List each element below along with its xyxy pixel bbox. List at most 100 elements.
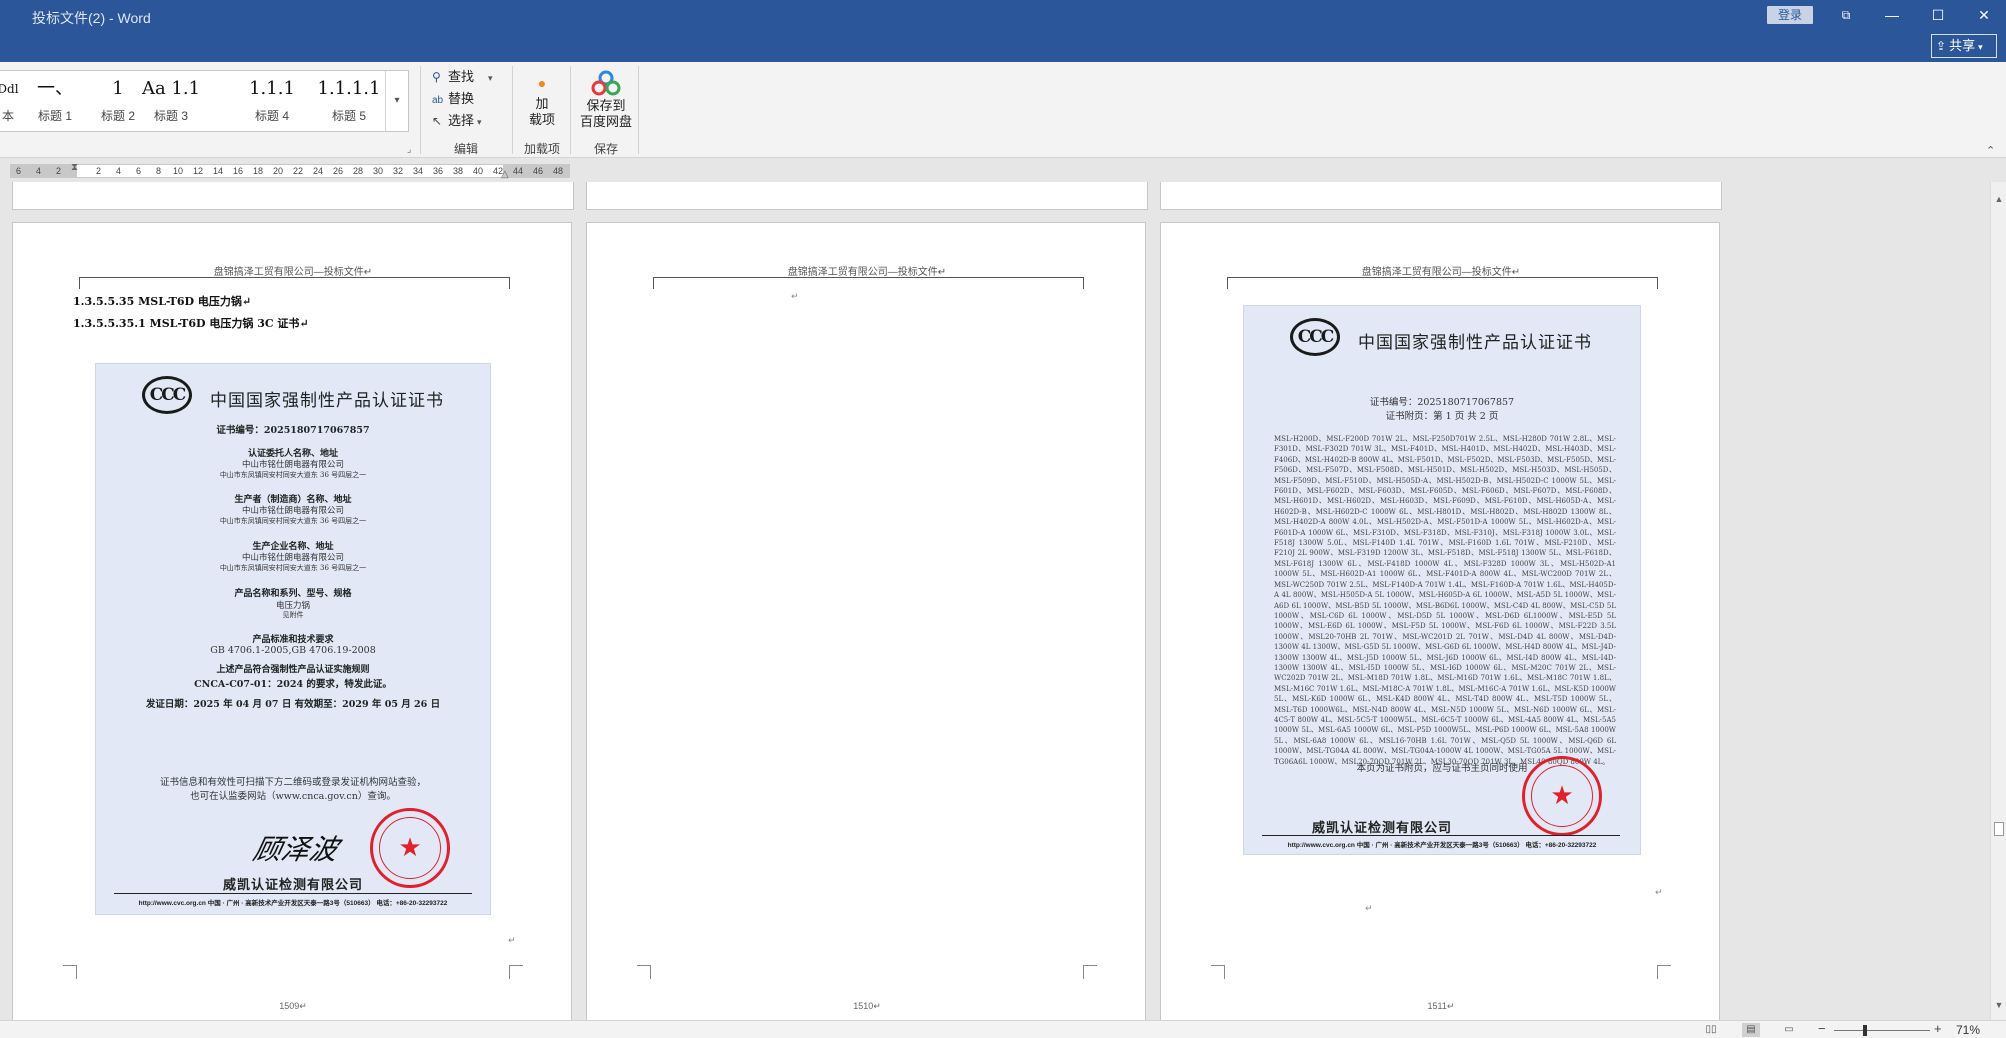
scroll-down-icon[interactable]: ▼ <box>1991 1000 2006 1010</box>
find-button[interactable]: ⚲ 查找 ▾ <box>432 66 493 88</box>
page-header: 盘锦搞泽工贸有限公司—投标文件↵ <box>1361 267 1521 278</box>
share-button[interactable]: ⇪ 共享 ▾ <box>1931 34 1997 58</box>
minimize-button[interactable]: — <box>1869 2 1915 28</box>
page-1509[interactable]: 盘锦搞泽工贸有限公司—投标文件↵ 1.3.5.5.35 MSL-T6D 电压力锅… <box>12 222 572 1020</box>
ruler-tick: 26 <box>333 166 344 176</box>
ruler-strip[interactable]: 6 4 2 ⧗ 2 4 6 8 10 12 14 16 18 20 22 24 … <box>10 162 570 180</box>
issuer-name: 威凯认证检测有限公司 <box>222 878 363 893</box>
heading-1-3-5-5-35: 1.3.5.5.35 MSL-T6D 电压力锅↵ <box>73 295 252 308</box>
ccc-logo: CCC <box>1290 318 1340 356</box>
maximize-button[interactable]: ☐ <box>1915 2 1961 28</box>
page-1510[interactable]: 盘锦搞泽工贸有限公司—投标文件↵ ↵ 1510↵ <box>586 222 1146 1020</box>
print-layout-icon[interactable]: ▤ <box>1742 1023 1760 1037</box>
ruler-tick: 18 <box>253 166 264 176</box>
style-normal[interactable]: Ddl 本 <box>0 71 20 131</box>
ccc-certificate-image: CCC 中国国家强制性产品认证证书 证书编号：2025180717067857 … <box>95 363 491 915</box>
style-preview: Ddl <box>0 82 19 96</box>
ruler-tick: 44 <box>513 166 524 176</box>
window-title: 投标文件(2) - Word <box>32 10 151 26</box>
header-rule <box>79 277 509 278</box>
page-1511[interactable]: 盘锦搞泽工贸有限公司—投标文件↵ CCC 中国国家强制性产品认证证书 证书编号：… <box>1160 222 1720 1020</box>
ruler-tick: 48 <box>553 166 564 176</box>
scroll-up-icon[interactable]: ▲ <box>1991 194 2006 204</box>
share-icon: ⇪ <box>1936 39 1947 53</box>
ruler-tick: 14 <box>213 166 224 176</box>
select-button[interactable]: ↖ 选择 ▾ <box>432 110 482 132</box>
header-rule <box>1227 277 1657 278</box>
zoom-in-button[interactable]: + <box>1934 1021 1942 1036</box>
margin-corner <box>63 965 77 979</box>
zoom-slider-handle[interactable] <box>1863 1025 1867 1036</box>
document-canvas[interactable]: 盘锦搞泽工贸有限公司—投标文件↵ 1.3.5.5.35 MSL-T6D 电压力锅… <box>0 182 1990 1020</box>
close-button[interactable]: ✕ <box>1961 2 2006 28</box>
editing-group-label: 编辑 <box>453 142 478 156</box>
previous-page-bottom <box>12 182 574 210</box>
applicant-address: 中山市东凤镇同安村同安大道东 36 号四层之一 <box>219 471 367 479</box>
margin-corner <box>1211 965 1225 979</box>
addin-group-label: 加载项 <box>523 142 560 156</box>
horizontal-ruler[interactable]: 6 4 2 ⧗ 2 4 6 8 10 12 14 16 18 20 22 24 … <box>0 160 2006 182</box>
attachment-page: 证书附页：第 1 页 共 2 页 <box>1385 411 1499 422</box>
zoom-out-button[interactable]: − <box>1818 1021 1826 1036</box>
divider <box>570 66 571 154</box>
style-heading-3[interactable]: Aa 1.1 标题 3 <box>134 71 208 131</box>
collapse-ribbon-icon[interactable]: ⌃ <box>1986 144 1995 157</box>
header-rule-cap <box>1657 277 1658 289</box>
ruler-tick: 6 <box>16 166 22 176</box>
margin-corner <box>1083 965 1097 979</box>
read-mode-icon[interactable]: ▯▯ <box>1702 1023 1720 1037</box>
star-icon: ★ <box>1550 780 1574 810</box>
save-to-baidu-button[interactable]: 保存到 百度网盘 <box>576 68 636 130</box>
zoom-level[interactable]: 71% <box>1956 1023 1980 1037</box>
style-heading-4[interactable]: 1.1.1 标题 4 <box>236 71 308 131</box>
indent-marker[interactable]: ⧗ <box>71 162 78 173</box>
styles-dialog-launcher-icon[interactable]: ⌟ <box>407 144 411 155</box>
search-icon: ⚲ <box>432 70 441 84</box>
replace-button[interactable]: ab 替换 <box>432 88 474 110</box>
style-heading-5[interactable]: 1.1.1.1 标题 5 <box>312 71 386 131</box>
style-preview: 一、 <box>37 78 73 99</box>
page-header: 盘锦搞泽工贸有限公司—投标文件↵ <box>787 267 947 278</box>
style-label: 标题 5 <box>331 109 366 123</box>
gallery-more-icon[interactable]: ▾ <box>385 71 408 131</box>
star-icon: ★ <box>398 832 422 862</box>
ruler-tick: 4 <box>116 166 122 176</box>
standard-value: GB 4706.1-2005,GB 4706.19-2008 <box>210 645 376 656</box>
save-label-2: 百度网盘 <box>579 114 632 129</box>
signature: 顾泽波 <box>250 833 342 866</box>
ribbon-display-icon[interactable]: ⧉ <box>1823 2 1869 28</box>
ruler-tick: 36 <box>433 166 444 176</box>
style-label: 标题 4 <box>254 109 289 123</box>
divider <box>420 66 421 154</box>
page-number: 1511↵ <box>1427 1001 1455 1011</box>
right-indent-marker[interactable]: △ <box>501 169 509 180</box>
zoom-slider[interactable] <box>1834 1030 1930 1031</box>
scrollbar-thumb[interactable] <box>1994 822 2004 836</box>
save-label-1: 保存到 <box>586 98 626 113</box>
margin-corner <box>509 965 523 979</box>
previous-page-bottom <box>1160 182 1722 210</box>
select-label: 选择 <box>448 113 475 128</box>
header-rule-cap <box>1083 277 1084 289</box>
header-rule <box>653 277 1083 278</box>
chevron-down-icon: ▾ <box>1978 42 1983 52</box>
login-button[interactable]: 登录 <box>1767 6 1813 24</box>
issuer-name: 威凯认证检测有限公司 <box>1311 821 1452 836</box>
addin-button[interactable]: ● 加 载项 <box>520 68 564 128</box>
margin-corner <box>637 965 651 979</box>
header-rule-cap <box>653 277 654 289</box>
vertical-scrollbar[interactable]: ▲ ▼ <box>1990 182 2006 1020</box>
save-group-label: 保存 <box>593 142 618 156</box>
addin-label-1: 加 <box>535 96 549 111</box>
ruler-tick: 2 <box>56 166 62 176</box>
certificate-title: 中国国家强制性产品认证证书 <box>210 391 444 410</box>
ruler-tick: 6 <box>136 166 142 176</box>
divider <box>638 66 639 154</box>
cursor-icon: ↖ <box>432 114 443 128</box>
style-heading-1[interactable]: 一、 标题 1 <box>22 71 88 131</box>
ruler-tick: 12 <box>193 166 204 176</box>
divider <box>512 66 513 154</box>
web-layout-icon[interactable]: ▭ <box>1780 1023 1798 1037</box>
previous-page-bottom <box>586 182 1148 210</box>
chevron-down-icon: ▾ <box>477 117 482 127</box>
